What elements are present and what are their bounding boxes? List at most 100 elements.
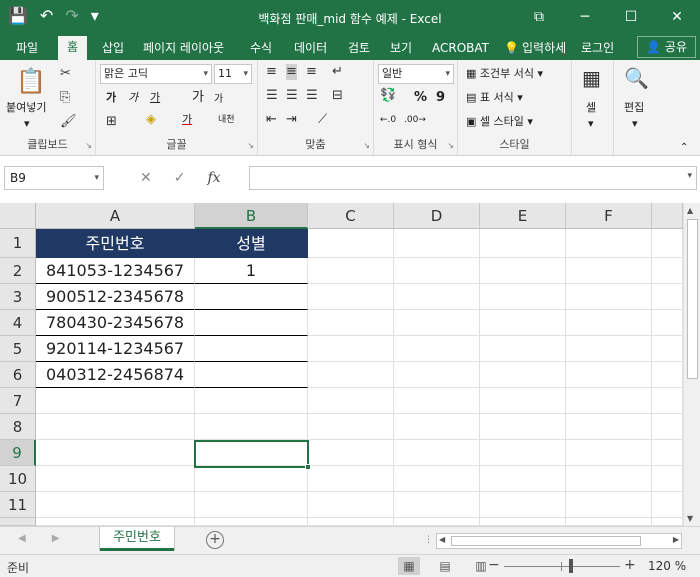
font-name-select[interactable]: 맑은 고딕 ▾ — [100, 64, 212, 84]
column-header-d[interactable]: D — [394, 203, 480, 229]
row-header-8[interactable]: 8 — [0, 414, 36, 440]
name-box[interactable]: B9 ▾ — [4, 166, 104, 190]
tab-acrobat[interactable]: ACROBAT — [432, 38, 489, 60]
empty-cell[interactable] — [652, 336, 683, 362]
empty-cell[interactable] — [480, 388, 566, 414]
align-top-icon[interactable]: ≡ — [266, 64, 277, 80]
decrease-decimal-icon[interactable]: .00→ — [404, 112, 426, 128]
minimize-icon[interactable]: ─ — [562, 0, 608, 34]
empty-cell[interactable] — [566, 284, 652, 310]
empty-cell[interactable] — [480, 492, 566, 518]
empty-cell[interactable] — [195, 492, 308, 518]
search-icon[interactable]: 🔍 — [624, 66, 649, 90]
comma-button[interactable]: 9 — [436, 90, 445, 106]
empty-cell[interactable] — [652, 414, 683, 440]
tell-me-input[interactable]: 입력하세 — [522, 38, 566, 60]
cell-b5[interactable] — [195, 336, 308, 362]
orientation-icon[interactable]: ⟋ — [318, 112, 327, 128]
row-header-7[interactable]: 7 — [0, 388, 36, 414]
scroll-left-icon[interactable]: ◀ — [439, 535, 445, 544]
format-as-table-button[interactable]: ▤ 표 서식 ▾ — [466, 90, 523, 106]
row-header-5[interactable]: 5 — [0, 336, 36, 362]
share-button[interactable]: 👤 공유 — [637, 36, 696, 58]
empty-cell[interactable] — [394, 284, 480, 310]
empty-cell[interactable] — [36, 518, 195, 526]
maximize-icon[interactable]: ☐ — [608, 0, 654, 34]
cell-a3[interactable]: 900512-2345678 — [36, 284, 195, 310]
empty-cell[interactable] — [308, 336, 394, 362]
underline-button[interactable]: 가 — [150, 90, 160, 106]
empty-cell[interactable] — [480, 518, 566, 526]
align-center-icon[interactable]: ☰ — [286, 88, 298, 104]
empty-cell[interactable] — [394, 258, 480, 284]
row-header-1[interactable]: 1 — [0, 229, 36, 258]
shrink-font-button[interactable]: 가 — [214, 92, 223, 108]
zoom-slider[interactable] — [504, 566, 620, 567]
empty-cell[interactable] — [566, 518, 652, 526]
percent-button[interactable]: % — [414, 90, 427, 106]
select-all-corner[interactable] — [0, 203, 36, 229]
cell-b6[interactable] — [195, 362, 308, 388]
tab-file[interactable]: 파일 — [16, 38, 38, 60]
empty-cell[interactable] — [394, 336, 480, 362]
empty-cell[interactable] — [394, 414, 480, 440]
empty-cell[interactable] — [308, 440, 394, 466]
empty-cell[interactable] — [566, 362, 652, 388]
row-header-2[interactable]: 2 — [0, 258, 36, 284]
border-icon[interactable]: ⊞ — [106, 114, 117, 130]
cell-a4[interactable]: 780430-2345678 — [36, 310, 195, 336]
cell-b3[interactable] — [195, 284, 308, 310]
empty-cell[interactable] — [652, 284, 683, 310]
insert-function-icon[interactable]: fx — [207, 170, 220, 186]
bold-button[interactable]: 가 — [106, 90, 116, 106]
cells-dropdown-icon[interactable]: ▾ — [588, 116, 594, 132]
align-middle-icon[interactable]: ≡ — [286, 64, 297, 80]
selected-cell-b9[interactable] — [194, 440, 311, 470]
empty-cell[interactable] — [394, 440, 480, 466]
vertical-scroll-thumb[interactable] — [687, 219, 698, 379]
horizontal-scrollbar[interactable]: ◀ ▶ — [436, 533, 682, 549]
empty-cell[interactable] — [394, 229, 480, 258]
page-layout-view-icon[interactable]: ▤ — [434, 557, 456, 575]
empty-cell[interactable] — [308, 466, 394, 492]
empty-cell[interactable] — [480, 336, 566, 362]
vertical-scrollbar[interactable]: ▲ ▼ — [683, 203, 700, 526]
row-header-12[interactable] — [0, 518, 36, 526]
increase-decimal-icon[interactable]: ←.0 — [380, 112, 396, 128]
scroll-up-icon[interactable]: ▲ — [687, 206, 693, 215]
grow-font-button[interactable]: 가 — [192, 90, 204, 106]
column-header-b[interactable]: B — [195, 203, 308, 229]
empty-cell[interactable] — [308, 229, 394, 258]
zoom-slider-thumb[interactable] — [569, 559, 573, 573]
empty-cell[interactable] — [308, 518, 394, 526]
ribbon-display-icon[interactable]: ⧉ — [516, 0, 562, 34]
add-sheet-icon[interactable]: + — [206, 531, 224, 549]
cancel-icon[interactable]: ✕ — [140, 170, 152, 186]
empty-cell[interactable] — [566, 310, 652, 336]
conditional-formatting-button[interactable]: ▦ 조건부 서식 ▾ — [466, 66, 543, 82]
empty-cell[interactable] — [394, 310, 480, 336]
normal-view-icon[interactable]: ▦ — [398, 557, 420, 575]
empty-cell[interactable] — [195, 414, 308, 440]
next-sheet-icon[interactable]: ▶ — [52, 533, 60, 544]
empty-cell[interactable] — [394, 466, 480, 492]
expand-formula-icon[interactable]: ▾ — [687, 171, 692, 181]
paste-icon[interactable]: 📋 — [16, 66, 46, 96]
font-color-button[interactable]: 가 — [182, 112, 192, 128]
cell-b2[interactable]: 1 — [195, 258, 308, 284]
empty-cell[interactable] — [566, 414, 652, 440]
fill-handle[interactable] — [305, 464, 311, 470]
format-painter-icon[interactable]: 🖌 — [60, 114, 77, 130]
empty-cell[interactable] — [566, 466, 652, 492]
paste-button[interactable]: 붙여넣기 — [6, 100, 46, 116]
cell-a6[interactable]: 040312-2456874 — [36, 362, 195, 388]
empty-cell[interactable] — [308, 414, 394, 440]
font-size-select[interactable]: 11 ▾ — [214, 64, 252, 84]
column-header-a[interactable]: A — [36, 203, 195, 229]
empty-cell[interactable] — [394, 388, 480, 414]
empty-cell[interactable] — [480, 229, 566, 258]
wrap-text-icon[interactable]: ↵ — [332, 64, 343, 80]
cell-b4[interactable] — [195, 310, 308, 336]
tab-data[interactable]: 데이터 — [294, 38, 327, 60]
empty-cell[interactable] — [480, 440, 566, 466]
